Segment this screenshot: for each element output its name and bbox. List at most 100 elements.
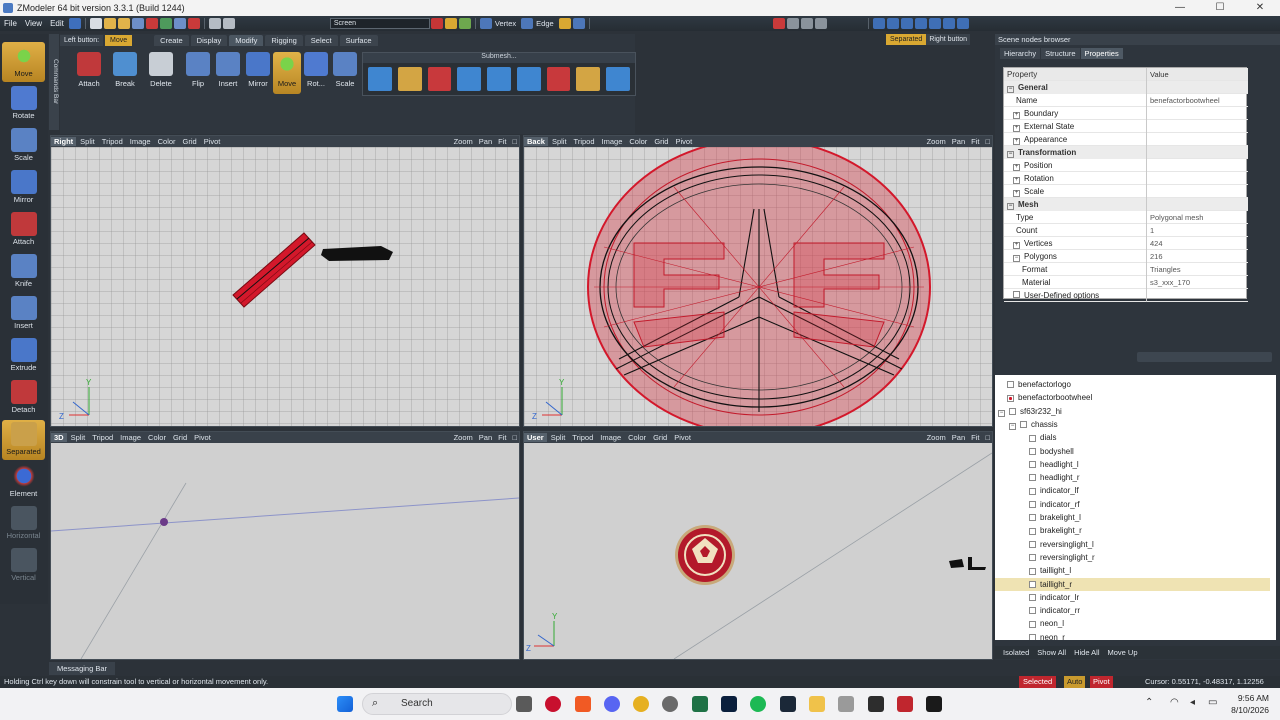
viewport-zoom[interactable]: Zoom bbox=[454, 433, 473, 442]
view-single-icon[interactable] bbox=[900, 18, 913, 29]
import-icon[interactable] bbox=[145, 18, 158, 29]
viewport-menu-color[interactable]: Color bbox=[629, 137, 647, 146]
tree-node[interactable]: headlight_r bbox=[995, 471, 1270, 484]
viewport-menu-split[interactable]: Split bbox=[80, 137, 95, 146]
mirror-button[interactable]: Mirror bbox=[244, 52, 272, 94]
tree-node[interactable]: brakelight_r bbox=[995, 524, 1270, 537]
tree-node[interactable]: taillight_l bbox=[995, 564, 1270, 577]
viewport-menu-grid[interactable]: Grid bbox=[183, 137, 197, 146]
visibility-checkbox[interactable] bbox=[1029, 514, 1036, 522]
undo-icon[interactable] bbox=[208, 18, 221, 29]
selected-indicator[interactable]: Selected bbox=[1019, 676, 1057, 688]
viewport-menu-pivot[interactable]: Pivot bbox=[194, 433, 211, 442]
property-row[interactable]: Name benefactorbootwheel bbox=[1004, 94, 1248, 107]
viewport-pan[interactable]: Pan bbox=[479, 433, 492, 442]
steam-icon[interactable] bbox=[780, 696, 796, 712]
snap-grid-icon[interactable] bbox=[800, 18, 813, 29]
chevron-up-icon[interactable]: ⌃ bbox=[1145, 697, 1153, 708]
view-quad-icon[interactable] bbox=[914, 18, 927, 29]
close-button[interactable]: ✕ bbox=[1240, 0, 1280, 16]
snap-angle-icon[interactable] bbox=[814, 18, 827, 29]
tree-node[interactable]: neon_l bbox=[995, 617, 1270, 630]
viewport-menu-color[interactable]: Color bbox=[628, 433, 646, 442]
volume-icon[interactable]: ◂ bbox=[1190, 697, 1195, 708]
tab-structure[interactable]: Structure bbox=[1041, 48, 1080, 59]
view-split-icon[interactable] bbox=[886, 18, 899, 29]
help-icon[interactable] bbox=[68, 18, 81, 29]
tab-surface[interactable]: Surface bbox=[339, 35, 378, 46]
viewport-menu-tripod[interactable]: Tripod bbox=[102, 137, 123, 146]
tree-node[interactable]: bodyshell bbox=[995, 445, 1270, 458]
insert-button[interactable]: Insert bbox=[214, 52, 242, 94]
viewport-menu-split[interactable]: Split bbox=[552, 137, 567, 146]
viewport-menu-color[interactable]: Color bbox=[158, 137, 176, 146]
commands-bar[interactable]: Commands Bar bbox=[49, 34, 59, 130]
opera-icon[interactable] bbox=[545, 696, 561, 712]
edge-mode-icon[interactable] bbox=[521, 18, 534, 29]
visibility-checkbox[interactable] bbox=[1029, 501, 1036, 509]
maximize-viewport-icon[interactable]: □ bbox=[512, 137, 517, 146]
axis-x-icon[interactable] bbox=[430, 18, 443, 29]
viewport-fit[interactable]: Fit bbox=[498, 433, 506, 442]
visibility-checkbox[interactable] bbox=[1029, 474, 1036, 482]
viewport-3d[interactable]: 3D Split Tripod Image Color Grid Pivot Z… bbox=[50, 431, 520, 660]
viewport-menu-color[interactable]: Color bbox=[148, 433, 166, 442]
property-row[interactable]: User-Defined options bbox=[1004, 289, 1248, 302]
view-layout-icon[interactable] bbox=[872, 18, 885, 29]
collapse-icon[interactable]: − bbox=[1013, 255, 1020, 262]
tab-display[interactable]: Display bbox=[190, 35, 228, 46]
bevel-icon[interactable] bbox=[397, 67, 422, 91]
collapse-icon[interactable]: − bbox=[1007, 151, 1014, 158]
screen-dropdown[interactable]: Screen bbox=[329, 18, 430, 29]
menu-edit[interactable]: Edit bbox=[46, 19, 68, 28]
tool-rotate[interactable]: Rotate bbox=[2, 84, 45, 124]
viewport-user[interactable]: User Split Tripod Image Color Grid Pivot… bbox=[523, 431, 993, 660]
tool-extrude[interactable]: Extrude bbox=[2, 336, 45, 376]
property-row[interactable]: − Transformation bbox=[1004, 146, 1248, 159]
property-row[interactable]: + Boundary bbox=[1004, 107, 1248, 120]
polygon-mode-icon[interactable] bbox=[558, 18, 571, 29]
brave-icon[interactable] bbox=[575, 696, 591, 712]
visibility-checkbox[interactable] bbox=[1029, 594, 1036, 602]
viewport-menu-grid[interactable]: Grid bbox=[173, 433, 187, 442]
viewport-menu-pivot[interactable]: Pivot bbox=[674, 433, 691, 442]
axis-y-icon[interactable] bbox=[444, 18, 457, 29]
object-mode-icon[interactable] bbox=[572, 18, 585, 29]
terminal-icon[interactable] bbox=[926, 696, 942, 712]
pivot-indicator[interactable]: Pivot bbox=[1090, 676, 1113, 688]
chat-icon[interactable] bbox=[633, 696, 649, 712]
property-row[interactable]: − General bbox=[1004, 81, 1248, 94]
battery-icon[interactable]: ▭ bbox=[1208, 697, 1217, 708]
redo-icon[interactable] bbox=[222, 18, 235, 29]
photoshop-icon[interactable] bbox=[721, 696, 737, 712]
discord-icon[interactable] bbox=[604, 696, 620, 712]
github-icon[interactable] bbox=[662, 696, 678, 712]
wifi-icon[interactable]: ◠ bbox=[1170, 697, 1179, 708]
eye-icon[interactable] bbox=[928, 18, 941, 29]
viewport-fit[interactable]: Fit bbox=[498, 137, 506, 146]
viewport-menu-pivot[interactable]: Pivot bbox=[204, 137, 221, 146]
task-view-icon[interactable] bbox=[516, 696, 532, 712]
settings-icon[interactable] bbox=[187, 18, 200, 29]
menu-file[interactable]: File bbox=[0, 19, 21, 28]
visibility-checkbox[interactable] bbox=[1029, 540, 1036, 548]
subdivide-icon[interactable] bbox=[606, 67, 631, 91]
tree-node[interactable]: benefactorlogo bbox=[995, 378, 1270, 391]
zmodeler-icon[interactable] bbox=[897, 696, 913, 712]
separated-toggle[interactable]: Separated bbox=[886, 34, 927, 45]
viewport-fit[interactable]: Fit bbox=[971, 433, 979, 442]
hide-all-button[interactable]: Hide All bbox=[1074, 648, 1099, 657]
property-row[interactable]: − Mesh bbox=[1004, 198, 1248, 211]
viewport-pan[interactable]: Pan bbox=[952, 433, 965, 442]
tool-horizontal[interactable]: Horizontal bbox=[2, 504, 45, 544]
collapse-icon[interactable]: − bbox=[1007, 203, 1014, 210]
delete-button[interactable]: Delete bbox=[147, 52, 175, 94]
tool-scale[interactable]: Scale bbox=[2, 126, 45, 166]
viewport-menu-image[interactable]: Image bbox=[120, 433, 141, 442]
property-row[interactable]: Type Polygonal mesh bbox=[1004, 211, 1248, 224]
tool-vertical[interactable]: Vertical bbox=[2, 546, 45, 586]
viewport-name[interactable]: Back bbox=[524, 137, 548, 146]
right-button-label[interactable]: Right button bbox=[926, 34, 971, 45]
tab-properties[interactable]: Properties bbox=[1080, 48, 1123, 59]
viewport-menu-split[interactable]: Split bbox=[71, 433, 86, 442]
